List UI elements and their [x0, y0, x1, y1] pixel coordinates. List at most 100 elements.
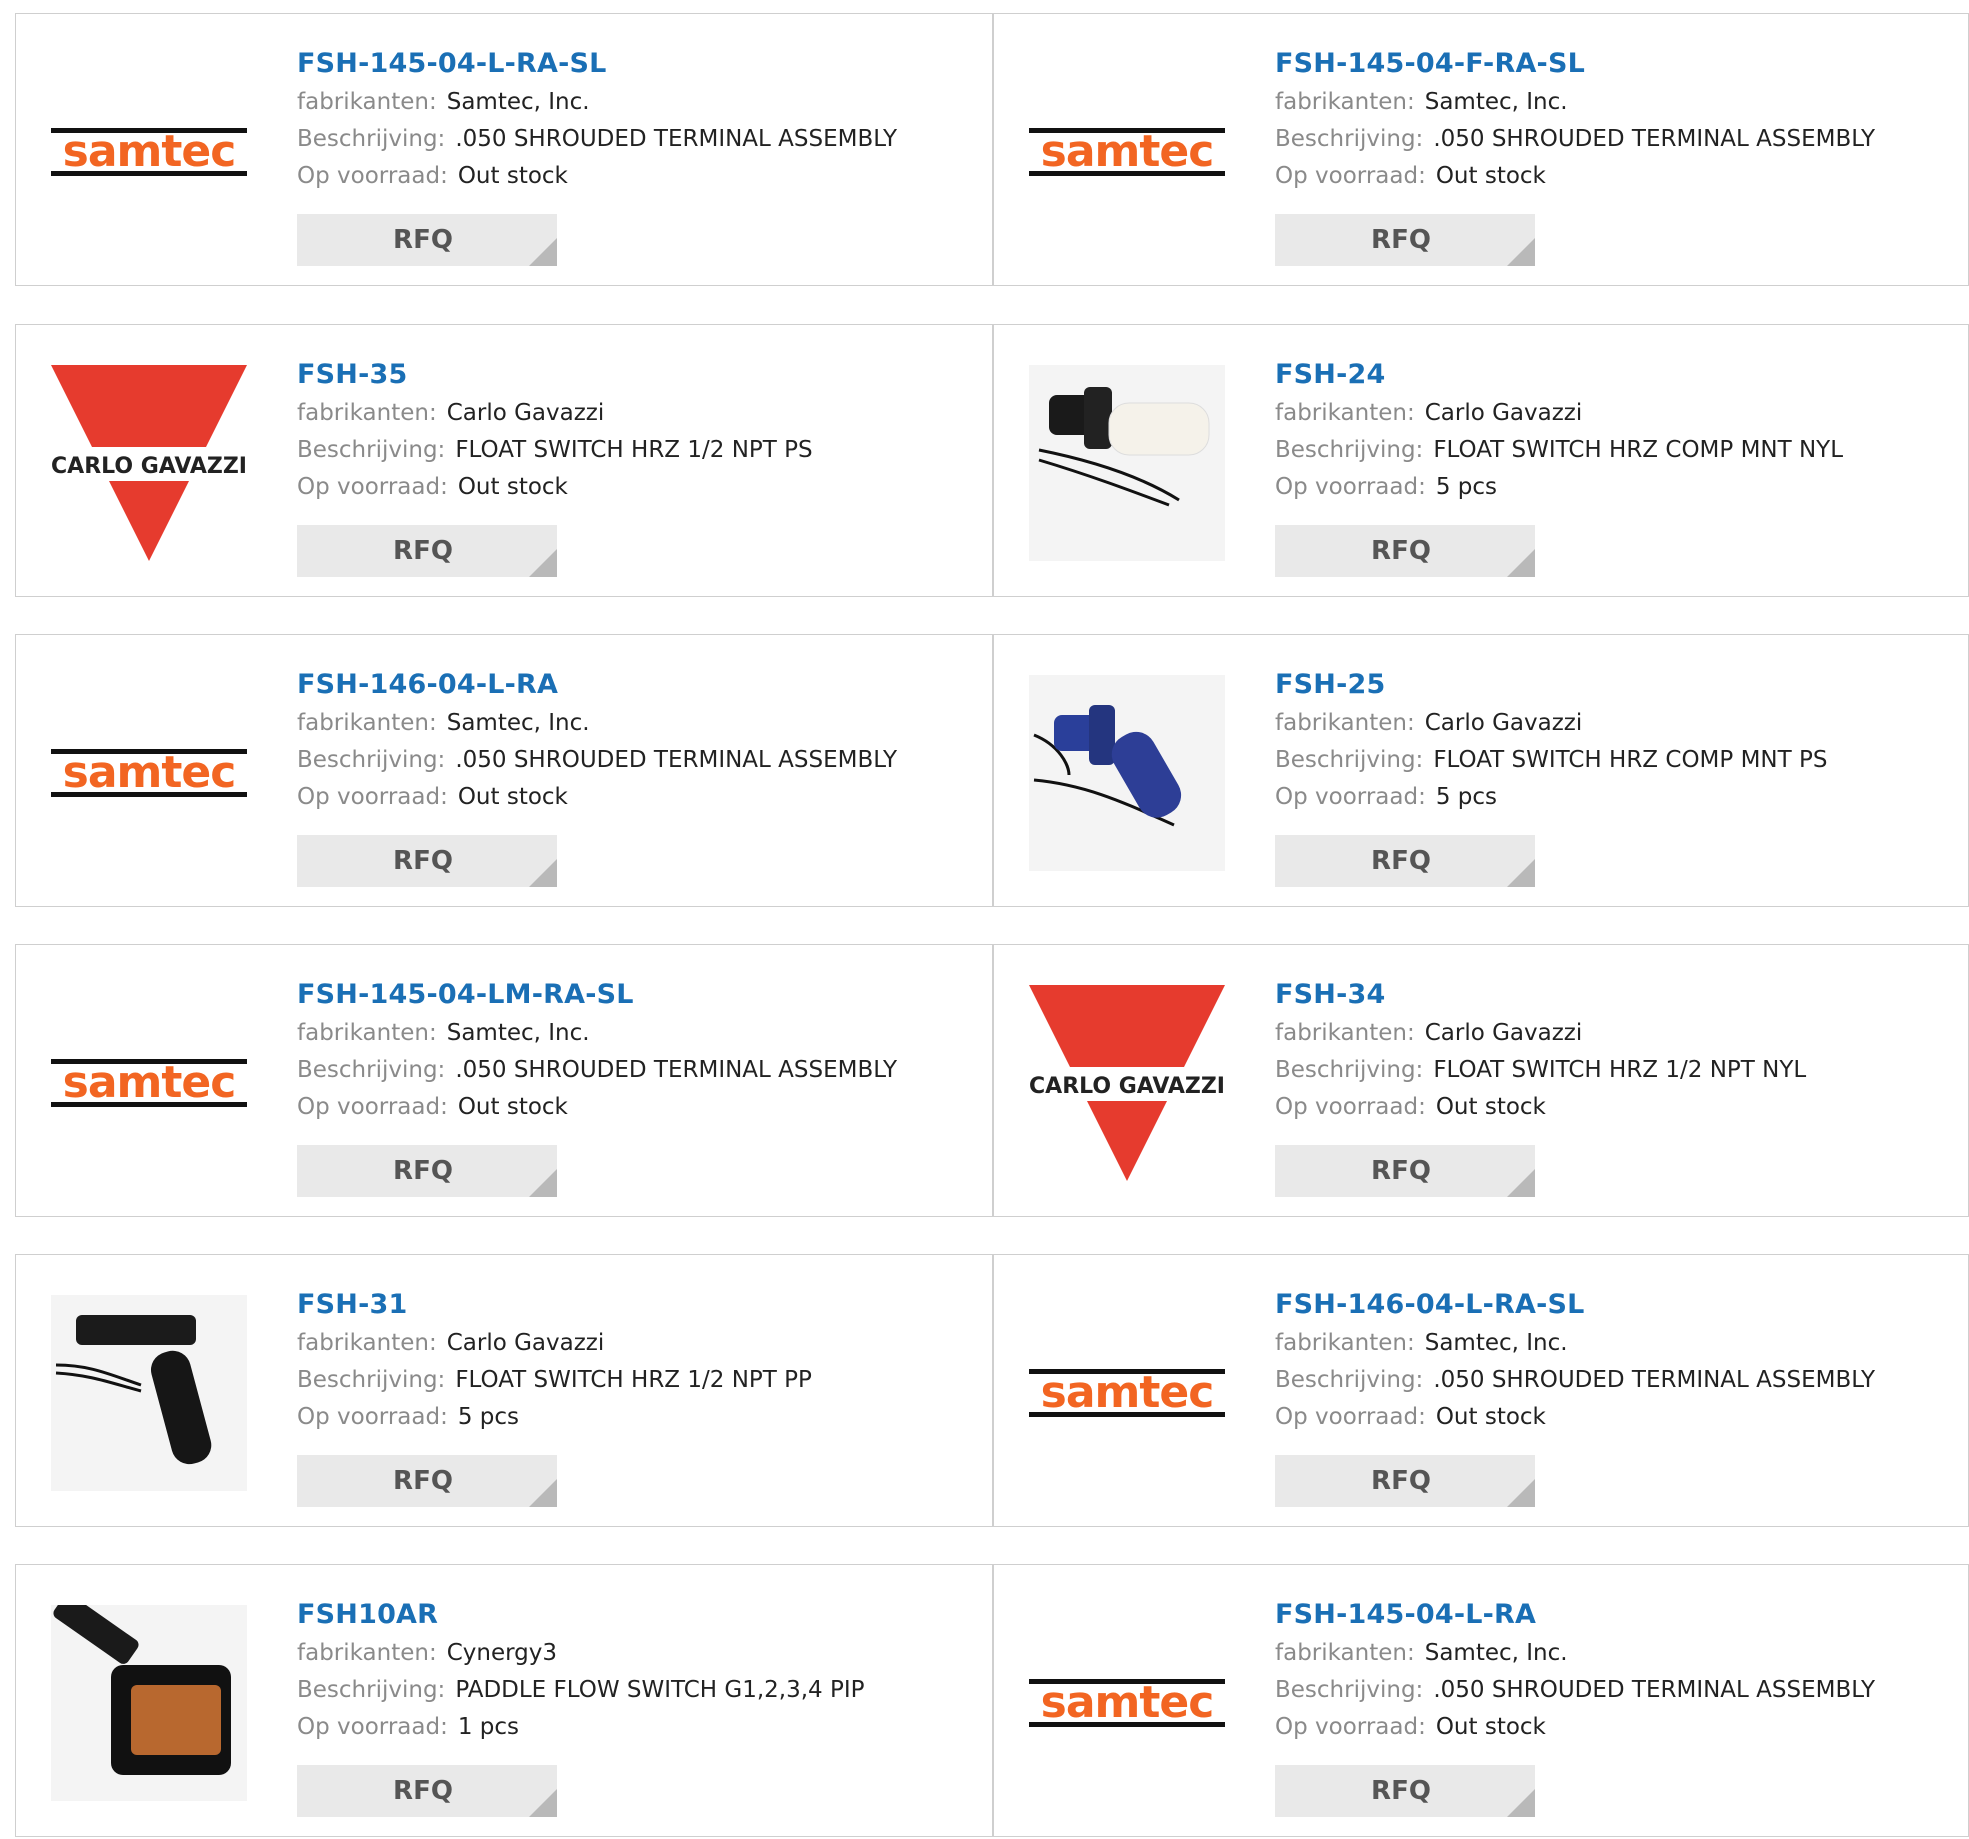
- float-switch-image[interactable]: [51, 1295, 247, 1491]
- rfq-button[interactable]: RFQ: [297, 835, 557, 887]
- stock-line: Op voorraad: Out stock: [297, 1089, 957, 1126]
- part-number-link[interactable]: FSH-31: [297, 1285, 957, 1325]
- stock-value: Out stock: [457, 1094, 568, 1120]
- manufacturer-value: Samtec, Inc.: [1424, 89, 1568, 115]
- samtec-logo[interactable]: samtec: [1029, 54, 1225, 250]
- part-number-link[interactable]: FSH-145-04-L-RA-SL: [297, 44, 957, 84]
- rfq-button[interactable]: RFQ: [1275, 525, 1535, 577]
- rfq-button[interactable]: RFQ: [297, 525, 557, 577]
- part-number-link[interactable]: FSH10AR: [297, 1595, 957, 1635]
- part-number-link[interactable]: FSH-146-04-L-RA: [297, 665, 957, 705]
- manufacturer-label: fabrikanten:: [297, 89, 437, 115]
- rfq-button[interactable]: RFQ: [297, 1145, 557, 1197]
- float-switch-image[interactable]: [1029, 675, 1225, 871]
- samtec-logo-text: samtec: [63, 1057, 236, 1108]
- product-row: samtec FSH-145-04-LM-RA-SL fabrikanten: S…: [15, 944, 1969, 1219]
- description-line: Beschrijving: .050 SHROUDED TERMINAL ASSE…: [297, 121, 957, 158]
- rfq-button[interactable]: RFQ: [297, 1455, 557, 1507]
- part-number-link[interactable]: FSH-34: [1275, 975, 1935, 1015]
- description-label: Beschrijving:: [297, 1057, 446, 1083]
- samtec-logo-text: samtec: [1041, 126, 1214, 177]
- stock-label: Op voorraad:: [297, 1714, 448, 1740]
- stock-line: Op voorraad: Out stock: [1275, 1089, 1935, 1126]
- rfq-button[interactable]: RFQ: [1275, 1145, 1535, 1197]
- samtec-logo[interactable]: samtec: [1029, 1295, 1225, 1491]
- carlo-gavazzi-logo[interactable]: CARLO GAVAZZI: [1029, 985, 1225, 1181]
- product-info: FSH-146-04-L-RA-SL fabrikanten: Samtec, I…: [1275, 1285, 1935, 1436]
- manufacturer-value: Carlo Gavazzi: [1424, 710, 1583, 736]
- stock-line: Op voorraad: Out stock: [1275, 158, 1935, 195]
- part-number-link[interactable]: FSH-24: [1275, 355, 1935, 395]
- manufacturer-line: fabrikanten: Carlo Gavazzi: [297, 395, 957, 432]
- manufacturer-line: fabrikanten: Carlo Gavazzi: [1275, 395, 1935, 432]
- part-number-link[interactable]: FSH-145-04-L-RA: [1275, 1595, 1935, 1635]
- part-number-link[interactable]: FSH-146-04-L-RA-SL: [1275, 1285, 1935, 1325]
- samtec-logo[interactable]: samtec: [51, 675, 247, 871]
- rfq-button[interactable]: RFQ: [1275, 1455, 1535, 1507]
- stock-label: Op voorraad:: [1275, 1404, 1426, 1430]
- description-label: Beschrijving:: [1275, 1367, 1424, 1393]
- manufacturer-label: fabrikanten:: [297, 1330, 437, 1356]
- description-line: Beschrijving: FLOAT SWITCH HRZ 1/2 NPT PS: [297, 432, 957, 469]
- stock-label: Op voorraad:: [297, 1404, 448, 1430]
- manufacturer-label: fabrikanten:: [1275, 1330, 1415, 1356]
- part-number-link[interactable]: FSH-145-04-F-RA-SL: [1275, 44, 1935, 84]
- rfq-button-label: RFQ: [393, 1776, 453, 1806]
- description-line: Beschrijving: .050 SHROUDED TERMINAL ASSE…: [297, 1052, 957, 1089]
- stock-value: Out stock: [1435, 1714, 1546, 1740]
- corner-triangle-icon: [1507, 549, 1535, 577]
- carlo-gavazzi-logo-text: CARLO GAVAZZI: [1029, 1074, 1225, 1099]
- rfq-button[interactable]: RFQ: [1275, 214, 1535, 266]
- samtec-logo[interactable]: samtec: [1029, 1605, 1225, 1801]
- manufacturer-line: fabrikanten: Cynergy3: [297, 1635, 957, 1672]
- description-line: Beschrijving: FLOAT SWITCH HRZ COMP MNT N…: [1275, 432, 1935, 469]
- stock-line: Op voorraad: Out stock: [297, 779, 957, 816]
- manufacturer-line: fabrikanten: Samtec, Inc.: [297, 1015, 957, 1052]
- rfq-button[interactable]: RFQ: [297, 1765, 557, 1817]
- corner-triangle-icon: [529, 1479, 557, 1507]
- product-row: samtec FSH-145-04-L-RA-SL fabrikanten: Sa…: [15, 13, 1969, 288]
- rfq-button-label: RFQ: [393, 536, 453, 566]
- description-value: .050 SHROUDED TERMINAL ASSEMBLY: [1433, 126, 1876, 152]
- rfq-button-label: RFQ: [393, 846, 453, 876]
- manufacturer-value: Samtec, Inc.: [446, 89, 590, 115]
- part-number-link[interactable]: FSH-145-04-LM-RA-SL: [297, 975, 957, 1015]
- description-value: FLOAT SWITCH HRZ COMP MNT NYL: [1433, 437, 1844, 463]
- product-info: FSH-145-04-L-RA fabrikanten: Samtec, Inc.…: [1275, 1595, 1935, 1746]
- part-number-link[interactable]: FSH-35: [297, 355, 957, 395]
- manufacturer-label: fabrikanten:: [1275, 710, 1415, 736]
- description-label: Beschrijving:: [1275, 1057, 1424, 1083]
- stock-line: Op voorraad: Out stock: [1275, 1399, 1935, 1436]
- samtec-logo[interactable]: samtec: [51, 985, 247, 1181]
- manufacturer-line: fabrikanten: Carlo Gavazzi: [1275, 1015, 1935, 1052]
- carlo-gavazzi-logo[interactable]: CARLO GAVAZZI: [51, 365, 247, 561]
- rfq-button[interactable]: RFQ: [1275, 1765, 1535, 1817]
- product-card: samtec FSH-146-04-L-RA-SL fabrikanten: Sa…: [993, 1254, 1969, 1527]
- description-label: Beschrijving:: [297, 437, 446, 463]
- stock-label: Op voorraad:: [297, 163, 448, 189]
- description-label: Beschrijving:: [1275, 1677, 1424, 1703]
- product-card: FSH-24 fabrikanten: Carlo Gavazzi Beschri…: [993, 324, 1969, 597]
- rfq-button-label: RFQ: [393, 1156, 453, 1186]
- float-switch-image[interactable]: [1029, 365, 1225, 561]
- rfq-button[interactable]: RFQ: [1275, 835, 1535, 887]
- part-number-link[interactable]: FSH-25: [1275, 665, 1935, 705]
- manufacturer-line: fabrikanten: Samtec, Inc.: [1275, 1325, 1935, 1362]
- manufacturer-value: Samtec, Inc.: [446, 710, 590, 736]
- manufacturer-value: Samtec, Inc.: [1424, 1330, 1568, 1356]
- stock-value: Out stock: [457, 474, 568, 500]
- description-label: Beschrijving:: [297, 1367, 446, 1393]
- manufacturer-line: fabrikanten: Samtec, Inc.: [1275, 1635, 1935, 1672]
- stock-value: 5 pcs: [1435, 474, 1498, 500]
- product-info: FSH10AR fabrikanten: Cynergy3 Beschrijvin…: [297, 1595, 957, 1746]
- corner-triangle-icon: [1507, 1479, 1535, 1507]
- stock-value: Out stock: [1435, 163, 1546, 189]
- manufacturer-value: Carlo Gavazzi: [1424, 1020, 1583, 1046]
- rfq-button[interactable]: RFQ: [297, 214, 557, 266]
- stock-value: 1 pcs: [457, 1714, 520, 1740]
- paddle-flow-switch-image[interactable]: [51, 1605, 247, 1801]
- samtec-logo-text: samtec: [63, 747, 236, 798]
- product-info: FSH-25 fabrikanten: Carlo Gavazzi Beschri…: [1275, 665, 1935, 816]
- product-card: CARLO GAVAZZI FSH-35 fabrikanten: Carlo G…: [15, 324, 993, 597]
- samtec-logo[interactable]: samtec: [51, 54, 247, 250]
